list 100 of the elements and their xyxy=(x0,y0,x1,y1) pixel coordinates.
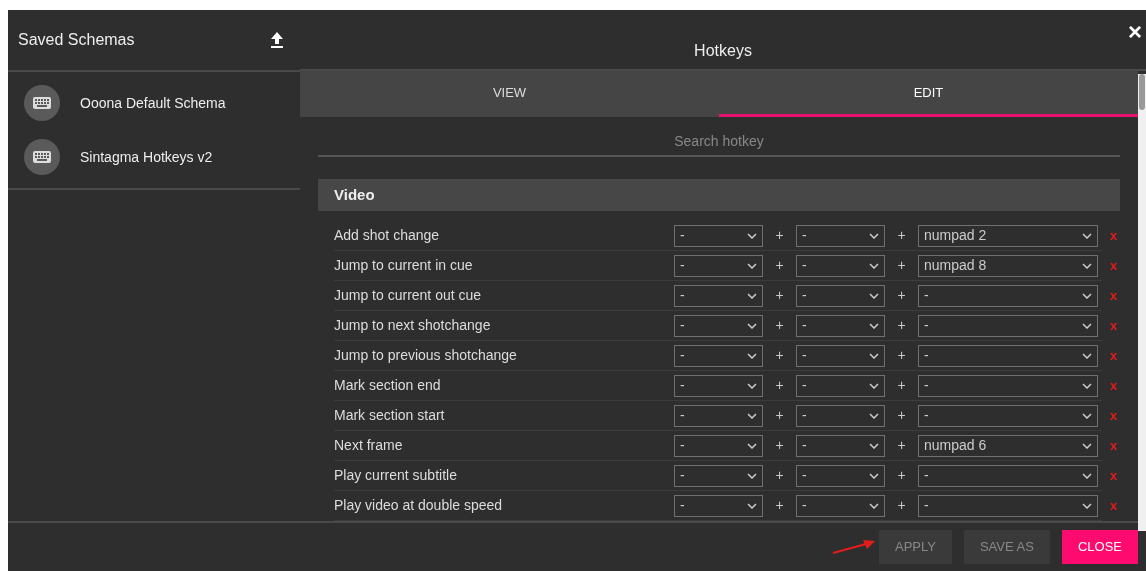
key-select[interactable]: - xyxy=(674,374,763,397)
plus-sign: + xyxy=(774,316,785,335)
chevron-down-icon xyxy=(869,442,879,449)
key-select[interactable]: - xyxy=(796,284,885,307)
hotkey-label: Mark section end xyxy=(334,376,442,395)
schema-item[interactable]: Sintagma Hotkeys v2 xyxy=(80,146,213,168)
key-select[interactable]: numpad 2 xyxy=(918,224,1098,247)
key-select[interactable]: - xyxy=(796,314,885,337)
chevron-down-icon xyxy=(1082,412,1092,419)
chevron-down-icon xyxy=(869,382,879,389)
plus-sign: + xyxy=(774,226,785,245)
chevron-down-icon xyxy=(747,502,757,509)
plus-sign: + xyxy=(896,226,907,245)
hotkey-label: Jump to current in cue xyxy=(334,256,474,275)
plus-sign: + xyxy=(896,286,907,305)
key-select[interactable]: - xyxy=(796,344,885,367)
plus-sign: + xyxy=(774,436,785,455)
chevron-down-icon xyxy=(747,322,757,329)
plus-sign: + xyxy=(896,436,907,455)
hotkey-label: Jump to previous shotchange xyxy=(334,346,518,365)
chevron-down-icon xyxy=(747,232,757,239)
plus-sign: + xyxy=(774,286,785,305)
close-button[interactable]: × xyxy=(1126,20,1144,44)
key-select[interactable]: numpad 8 xyxy=(918,254,1098,277)
chevron-down-icon xyxy=(747,412,757,419)
key-select[interactable]: - xyxy=(674,344,763,367)
key-select[interactable]: - xyxy=(674,314,763,337)
chevron-down-icon xyxy=(747,292,757,299)
chevron-down-icon xyxy=(869,232,879,239)
hotkey-label: Play current subtitle xyxy=(334,466,458,485)
annotation-arrow xyxy=(832,539,876,555)
chevron-down-icon xyxy=(869,472,879,479)
chevron-down-icon xyxy=(1082,232,1092,239)
chevron-down-icon xyxy=(869,352,879,359)
chevron-down-icon xyxy=(1082,352,1092,359)
chevron-down-icon xyxy=(869,412,879,419)
plus-sign: + xyxy=(896,496,907,515)
hotkey-label: Jump to current out cue xyxy=(334,286,483,305)
chevron-down-icon xyxy=(1082,382,1092,389)
hotkey-label: Add shot change xyxy=(334,226,441,245)
plus-sign: + xyxy=(774,256,785,275)
key-select[interactable]: numpad 6 xyxy=(918,434,1098,457)
hotkey-label: Next frame xyxy=(334,436,404,455)
plus-sign: + xyxy=(896,406,907,425)
key-select[interactable]: - xyxy=(674,284,763,307)
scrollbar[interactable] xyxy=(1138,74,1146,531)
chevron-down-icon xyxy=(1082,502,1092,509)
footer-button[interactable]: CLOSE xyxy=(1061,530,1138,564)
key-select[interactable]: - xyxy=(796,374,885,397)
plus-sign: + xyxy=(896,466,907,485)
key-select[interactable]: - xyxy=(674,494,763,517)
upload-icon[interactable] xyxy=(270,32,284,48)
plus-sign: + xyxy=(774,376,785,395)
plus-sign: + xyxy=(774,406,785,425)
hotkey-label: Mark section start xyxy=(334,406,446,425)
key-select[interactable]: - xyxy=(918,344,1098,367)
plus-sign: + xyxy=(896,376,907,395)
key-select[interactable]: - xyxy=(796,404,885,427)
key-select[interactable]: - xyxy=(918,464,1098,487)
key-select[interactable]: - xyxy=(674,464,763,487)
chevron-down-icon xyxy=(747,262,757,269)
plus-sign: + xyxy=(774,346,785,365)
key-select[interactable]: - xyxy=(674,224,763,247)
chevron-down-icon xyxy=(1082,322,1092,329)
chevron-down-icon xyxy=(869,502,879,509)
plus-sign: + xyxy=(774,496,785,515)
key-select[interactable]: - xyxy=(796,494,885,517)
key-select[interactable]: - xyxy=(918,404,1098,427)
chevron-down-icon xyxy=(747,382,757,389)
chevron-down-icon xyxy=(747,472,757,479)
key-select[interactable]: - xyxy=(796,254,885,277)
key-select[interactable]: - xyxy=(918,374,1098,397)
plus-sign: + xyxy=(896,346,907,365)
key-select[interactable]: - xyxy=(918,284,1098,307)
chevron-down-icon xyxy=(1082,262,1092,269)
tab[interactable]: EDIT xyxy=(719,71,1138,117)
chevron-down-icon xyxy=(1082,292,1092,299)
key-select[interactable]: - xyxy=(918,494,1098,517)
plus-sign: + xyxy=(896,256,907,275)
section-header: Video xyxy=(318,179,1120,211)
chevron-down-icon xyxy=(869,322,879,329)
chevron-down-icon xyxy=(747,442,757,449)
key-select[interactable]: - xyxy=(674,254,763,277)
tab[interactable]: VIEW xyxy=(300,71,719,117)
key-select[interactable]: - xyxy=(796,434,885,457)
sidebar-title: Saved Schemas xyxy=(18,30,135,50)
search-field[interactable]: Search hotkey xyxy=(318,127,1120,157)
hotkey-label: Jump to next shotchange xyxy=(334,316,492,335)
key-select[interactable]: - xyxy=(918,314,1098,337)
key-select[interactable]: - xyxy=(674,434,763,457)
chevron-down-icon xyxy=(1082,472,1092,479)
chevron-down-icon xyxy=(869,292,879,299)
key-select[interactable]: - xyxy=(674,404,763,427)
key-select[interactable]: - xyxy=(796,464,885,487)
chevron-down-icon xyxy=(747,352,757,359)
schema-item[interactable]: Ooona Default Schema xyxy=(80,92,226,114)
keyboard-icon xyxy=(33,97,51,109)
chevron-down-icon xyxy=(1082,442,1092,449)
key-select[interactable]: - xyxy=(796,224,885,247)
plus-sign: + xyxy=(896,316,907,335)
